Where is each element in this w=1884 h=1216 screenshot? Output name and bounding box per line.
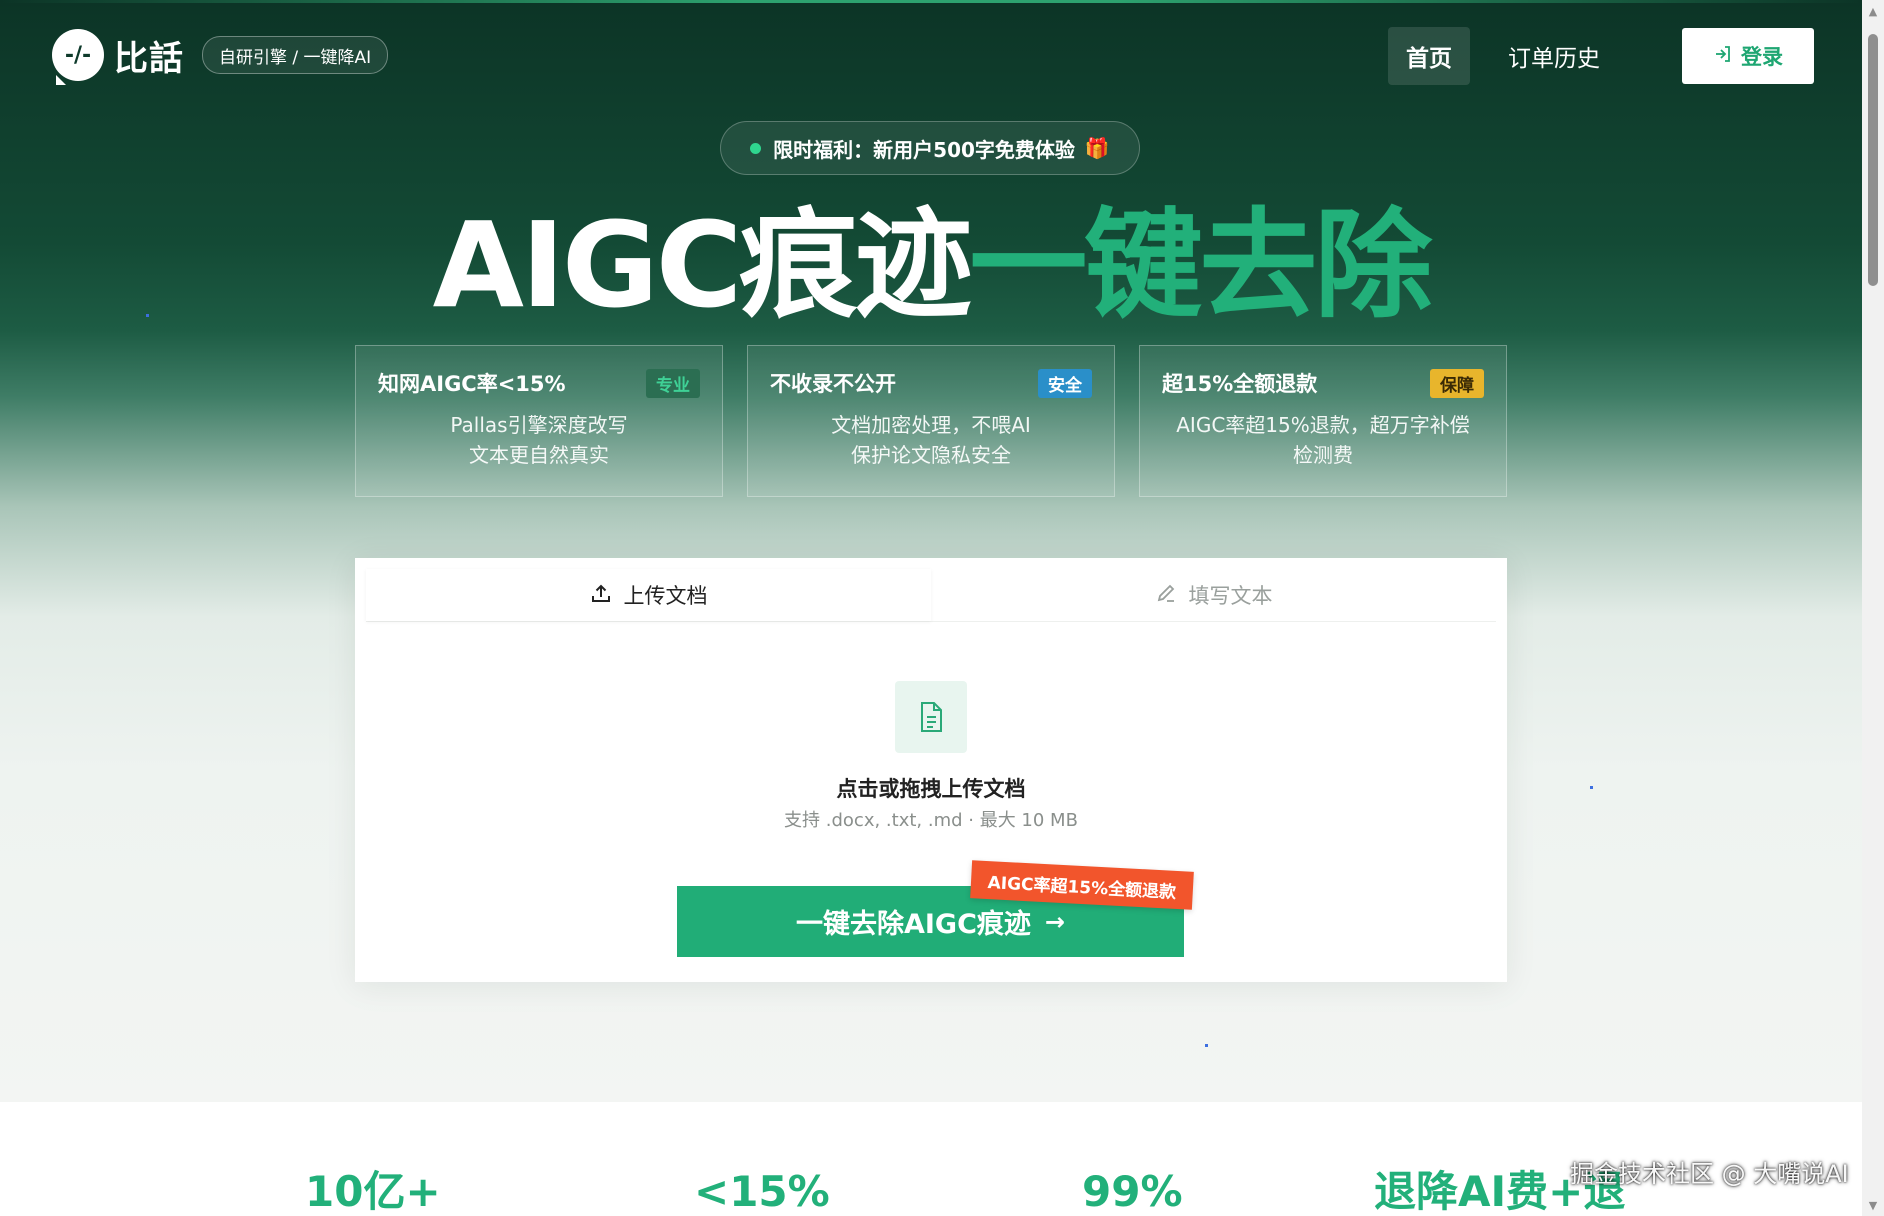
scrollbar-thumb[interactable] xyxy=(1868,34,1878,286)
cta-label: 一键去除AIGC痕迹 xyxy=(795,909,1031,940)
stat-value: <15% xyxy=(694,1167,830,1216)
tab-text-label: 填写文本 xyxy=(1188,584,1273,608)
feature-description: 文档加密处理，不喂AI 保护论文隐私安全 xyxy=(770,410,1092,470)
gift-icon: 🎁 xyxy=(1084,136,1110,160)
feature-card-guarantee: 超15%全额退款 保障 AIGC率超15%退款，超万字补偿 检测费 xyxy=(1139,345,1507,497)
top-nav: 首页 订单历史 登录 xyxy=(1388,27,1814,85)
feature-description: Pallas引擎深度改写 文本更自然真实 xyxy=(378,410,700,470)
scroll-up-arrow-icon[interactable]: ▲ xyxy=(1862,2,1884,20)
feature-desc-line: Pallas引擎深度改写 xyxy=(450,413,628,437)
feature-title: 超15%全额退款 xyxy=(1162,372,1318,396)
scroll-down-arrow-icon[interactable]: ▼ xyxy=(1862,1196,1884,1214)
feature-desc-line: 文档加密处理，不喂AI xyxy=(831,413,1031,437)
promo-status-dot xyxy=(750,142,762,154)
nav-link-home[interactable]: 首页 xyxy=(1388,27,1470,85)
decorative-particle xyxy=(1590,786,1593,789)
feature-badge: 保障 xyxy=(1430,368,1484,398)
feature-card-security: 不收录不公开 安全 文档加密处理，不喂AI 保护论文隐私安全 xyxy=(747,345,1115,497)
login-arrow-icon xyxy=(1713,44,1733,69)
decorative-particle xyxy=(1205,1044,1208,1047)
feature-title: 不收录不公开 xyxy=(770,372,896,396)
tab-upload-label: 上传文档 xyxy=(623,584,708,608)
arrow-right-icon: → xyxy=(1044,907,1066,936)
tab-upload-document[interactable]: 上传文档 xyxy=(366,569,931,621)
upload-icon xyxy=(590,582,612,609)
brand-logo[interactable]: -/- 比話 自研引擎 / 一键降AI xyxy=(52,28,389,85)
feature-badge: 安全 xyxy=(1038,368,1092,398)
headline-green-part: 一键去除 xyxy=(969,196,1432,334)
feature-card-professional: 知网AIGC率<15% 专业 Pallas引擎深度改写 文本更自然真实 xyxy=(355,345,723,497)
feature-title: 知网AIGC率<15% xyxy=(378,372,566,396)
feature-description: AIGC率超15%退款，超万字补偿 检测费 xyxy=(1162,410,1484,470)
pencil-icon xyxy=(1155,582,1177,609)
upload-dropzone-title[interactable]: 点击或拖拽上传文档 xyxy=(355,773,1507,803)
logo-text: 比話 xyxy=(114,38,184,79)
nav-link-order-history[interactable]: 订单历史 xyxy=(1490,27,1618,85)
feature-desc-line: 文本更自然真实 xyxy=(469,443,609,467)
brand-tagline-badge: 自研引擎 / 一键降AI xyxy=(202,36,389,74)
watermark: 掘金技术社区 @ 大嘴说AI xyxy=(1570,1160,1849,1188)
page: -/- 比話 自研引擎 / 一键降AI 首页 订单历史 登录 限时福利：新用户5… xyxy=(0,0,1862,1216)
input-mode-tabs: 上传文档 填写文本 xyxy=(366,569,1496,622)
feature-badge: 专业 xyxy=(646,368,700,398)
promo-pill[interactable]: 限时福利：新用户500字免费体验 🎁 xyxy=(720,121,1140,175)
upload-panel: 上传文档 填写文本 点击或拖拽上传文档 支持 .docx, .txt, .md … xyxy=(355,558,1507,982)
feature-desc-line: 检测费 xyxy=(1293,443,1353,467)
login-label: 登录 xyxy=(1741,45,1783,69)
page-scrollbar[interactable]: ▲ ▼ xyxy=(1862,0,1884,1216)
hero-headline: AIGC痕迹一键去除 xyxy=(0,190,1862,340)
document-icon[interactable] xyxy=(895,681,967,753)
upload-format-hint: 支持 .docx, .txt, .md · 最大 10 MB xyxy=(784,810,1078,831)
feature-desc-line: AIGC率超15%退款，超万字补偿 xyxy=(1176,413,1470,437)
login-button[interactable]: 登录 xyxy=(1682,28,1814,84)
feature-desc-line: 保护论文隐私安全 xyxy=(851,443,1011,467)
logo-mark-icon: -/- xyxy=(52,29,104,85)
tab-enter-text[interactable]: 填写文本 xyxy=(931,569,1496,621)
stat-value: 99% xyxy=(1082,1167,1183,1216)
hero-top-accent-line xyxy=(0,0,1862,3)
promo-text: 限时福利：新用户500字免费体验 xyxy=(773,137,1075,162)
headline-white-part: AIGC痕迹 xyxy=(432,196,973,334)
stat-value: 10亿+ xyxy=(305,1167,441,1216)
